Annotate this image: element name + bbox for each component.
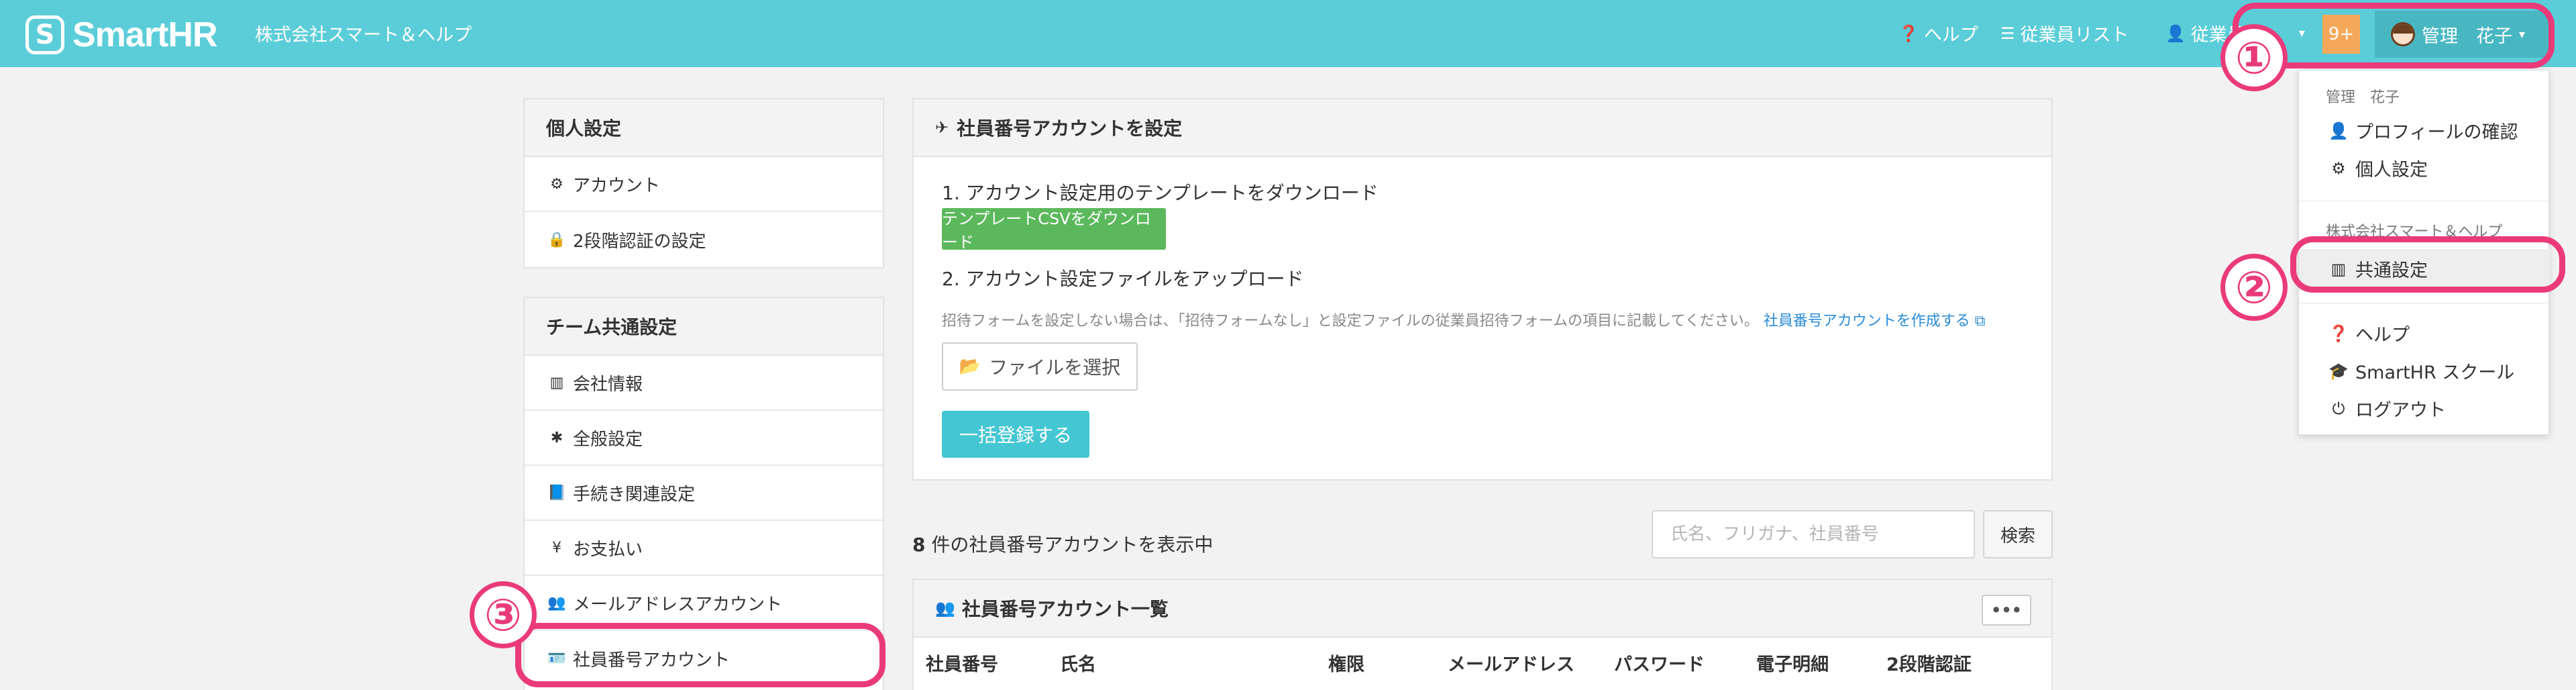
sidebar-item-procedure-settings[interactable]: 📘 手続き関連設定 [525, 466, 883, 521]
sidebar-item-account[interactable]: ⚙ アカウント [525, 157, 883, 212]
sidebar-item-label: 手続き関連設定 [573, 484, 696, 505]
company-name: 株式会社スマート＆ヘルプ [255, 25, 472, 46]
power-icon: ⏻ [2332, 399, 2345, 418]
account-list-header: 👥 社員番号アカウント一覧 ••• [914, 580, 2051, 638]
logo-mark-icon: S [25, 15, 64, 54]
sidebar-item-label: 会社情報 [573, 374, 643, 395]
column-header-permission[interactable]: 権限 [1328, 650, 1364, 676]
account-list-card: 👥 社員番号アカウント一覧 ••• 社員番号 氏名 権限 メールアドレス パスワ… [912, 579, 2053, 690]
annotation-ring-2 [2290, 236, 2565, 293]
column-header-email[interactable]: メールアドレス [1448, 650, 1574, 676]
account-setup-card: ✈ 社員番号アカウントを設定 1. アカウント設定用のテンプレートをダウンロード… [912, 98, 2053, 481]
dropdown-item-profile-label: プロフィールの確認 [2355, 122, 2518, 143]
team-settings-title: チーム共通設定 [525, 298, 883, 356]
bulk-register-button[interactable]: 一括登録する [942, 411, 1089, 458]
column-header-two-factor[interactable]: 2段階認証 [1886, 650, 1972, 676]
question-circle-icon: ❓ [2328, 324, 2349, 343]
download-template-button[interactable]: テンプレートCSVをダウンロード [942, 208, 1166, 252]
sidebar-item-label: メールアドレスアカウント [573, 594, 783, 615]
annotation-number-3: ③ [470, 581, 537, 648]
account-setup-header: ✈ 社員番号アカウントを設定 [914, 99, 2051, 157]
sidebar-item-company-info[interactable]: ▥ 会社情報 [525, 356, 883, 411]
sidebar-item-general-settings[interactable]: ✱ 全般設定 [525, 411, 883, 466]
choose-file-label: ファイルを選択 [989, 356, 1121, 379]
user-icon: 👤 [2328, 121, 2349, 140]
users-icon: 👥 [547, 594, 566, 611]
dropdown-item-school[interactable]: 🎓 SmartHR スクール [2328, 358, 2514, 384]
column-header-e-statement[interactable]: 電子明細 [1756, 650, 1829, 676]
choose-file-button[interactable]: 📂 ファイルを選択 [942, 342, 1138, 391]
book-icon: 📘 [547, 484, 566, 501]
sidebar-item-label: 2段階認証の設定 [573, 231, 706, 252]
annotation-ring-3 [515, 623, 885, 687]
gear-icon: ⚙ [2331, 158, 2346, 178]
user-icon: 👤 [2165, 23, 2186, 43]
yen-icon: ¥ [552, 539, 561, 556]
account-count-number: 8 [912, 534, 926, 556]
step-1-text: 1. アカウント設定用のテンプレートをダウンロード [942, 182, 1379, 204]
account-setup-title: 社員番号アカウントを設定 [957, 117, 1183, 140]
personal-settings-title: 個人設定 [525, 99, 883, 157]
lock-icon: 🔒 [547, 231, 566, 248]
graduation-cap-icon: 🎓 [2328, 361, 2349, 381]
dropdown-item-help[interactable]: ❓ ヘルプ [2328, 320, 2410, 346]
dropdown-item-personal-settings[interactable]: ⚙ 個人設定 [2328, 155, 2428, 181]
sidebar-item-two-factor[interactable]: 🔒 2段階認証の設定 [525, 212, 883, 267]
create-account-link[interactable]: 社員番号アカウントを作成する ⧉ [1764, 313, 1986, 330]
dropdown-item-profile[interactable]: 👤 プロフィールの確認 [2328, 117, 2518, 144]
create-account-link-label: 社員番号アカウントを作成する [1763, 313, 1970, 330]
list-icon: ☰ [2000, 23, 2015, 43]
sidebar-item-label: お支払い [573, 539, 643, 560]
note-text: 招待フォームを設定しない場合は、「招待フォームなし」と設定ファイルの従業員招待フ… [942, 313, 1759, 330]
building-icon: ▥ [549, 374, 564, 391]
column-header-employee-number[interactable]: 社員番号 [926, 650, 998, 676]
search-button[interactable]: 検索 [1983, 510, 2053, 558]
dropdown-item-help-label: ヘルプ [2355, 325, 2410, 346]
account-count: 8 件の社員番号アカウントを表示中 [912, 530, 1213, 557]
more-options-button[interactable]: ••• [1982, 595, 2031, 626]
personal-settings-panel: 個人設定 ⚙ アカウント 🔒 2段階認証の設定 [523, 98, 884, 268]
nav-help-label: ヘルプ [1923, 25, 1978, 46]
gear-icon: ⚙ [550, 175, 564, 193]
sidebar-item-label: 全般設定 [573, 429, 643, 450]
sidebar-item-label: アカウント [573, 175, 661, 196]
nav-help[interactable]: ❓ ヘルプ [1898, 20, 1978, 46]
search-input[interactable] [1652, 510, 1975, 558]
asterisk-icon: ✱ [550, 429, 564, 446]
dropdown-item-personal-label: 個人設定 [2355, 160, 2428, 181]
nav-employee-list-label: 従業員リスト [2020, 25, 2129, 46]
sidebar-item-payment[interactable]: ¥ お支払い [525, 521, 883, 576]
annotation-number-2: ② [2220, 254, 2288, 321]
account-count-text: 件の社員番号アカウントを表示中 [925, 534, 1214, 556]
users-icon: 👥 [935, 599, 955, 618]
paper-plane-icon: ✈ [935, 118, 949, 137]
account-list-title: 社員番号アカウント一覧 [961, 598, 1169, 620]
column-header-name[interactable]: 氏名 [1060, 650, 1096, 676]
smarthr-logo[interactable]: S SmartHR [25, 15, 217, 55]
dropdown-item-school-label: SmartHR スクール [2355, 362, 2515, 383]
dropdown-user-header: 管理 花子 [2326, 89, 2400, 106]
nav-employee-list[interactable]: ☰ 従業員リスト [2000, 20, 2129, 46]
invite-form-note: 招待フォームを設定しない場合は、「招待フォームなし」と設定ファイルの従業員招待フ… [942, 309, 1985, 330]
step-2-text: 2. アカウント設定ファイルをアップロード [942, 268, 1304, 290]
top-header: S SmartHR 株式会社スマート＆ヘルプ ❓ ヘルプ ☰ 従業員リスト 👤 … [0, 0, 2576, 67]
dropdown-item-logout[interactable]: ⏻ ログアウト [2328, 395, 2447, 422]
dropdown-item-logout-label: ログアウト [2355, 400, 2446, 421]
question-circle-icon: ❓ [1898, 23, 1919, 43]
external-link-icon: ⧉ [1974, 313, 1986, 330]
column-header-password[interactable]: パスワード [1614, 650, 1705, 676]
annotation-number-1: ① [2220, 24, 2288, 91]
logo-text: SmartHR [72, 15, 217, 54]
folder-open-icon: 📂 [959, 356, 981, 377]
